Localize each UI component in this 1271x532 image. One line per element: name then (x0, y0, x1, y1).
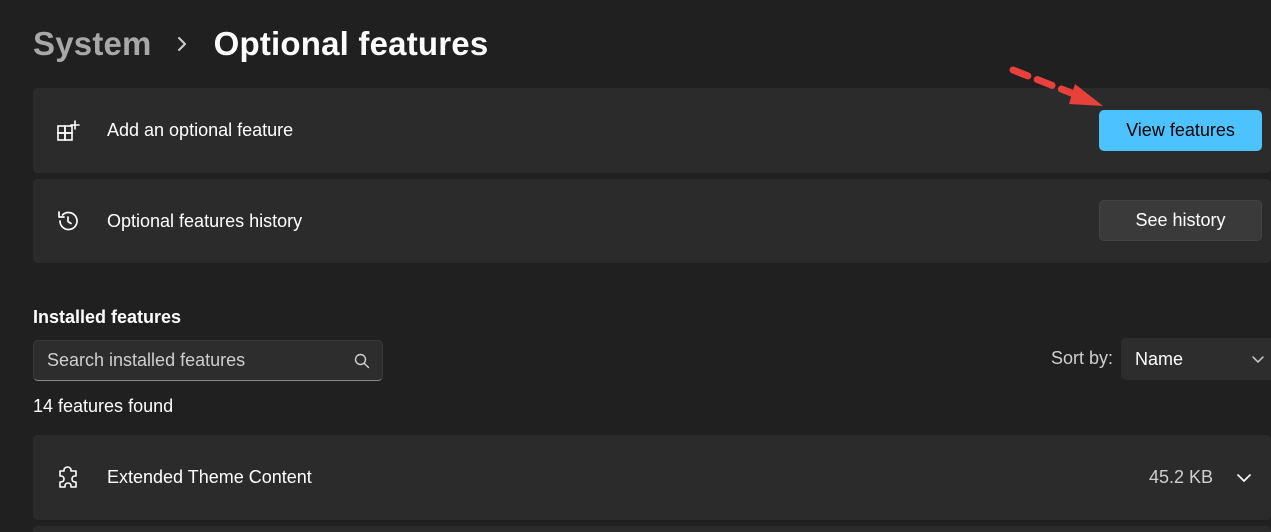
features-count: 14 features found (33, 396, 174, 416)
list-item[interactable]: Extended Theme Content 45.2 KB (33, 435, 1271, 520)
see-history-button[interactable]: See history (1099, 200, 1262, 241)
breadcrumb-system-link[interactable]: System (33, 25, 152, 63)
installed-features-heading: Installed features (33, 307, 182, 327)
sort-by-label: Sort by: (1051, 348, 1114, 368)
feature-size: 45.2 KB (1148, 467, 1213, 487)
sort-by-dropdown[interactable]: Name (1121, 338, 1271, 380)
search-box (33, 340, 383, 381)
optional-features-history-card: Optional features history See history (33, 179, 1271, 263)
expand-chevron-icon[interactable] (1235, 469, 1253, 487)
chevron-right-icon (172, 22, 192, 66)
chevron-down-icon (1251, 352, 1265, 366)
view-features-button[interactable]: View features (1099, 110, 1262, 151)
sort-selected-value: Name (1135, 348, 1184, 369)
search-icon[interactable] (352, 351, 372, 371)
annotation-arrow-icon (1009, 66, 1103, 106)
breadcrumb: System Optional features (33, 22, 488, 66)
page-title: Optional features (213, 25, 489, 62)
feature-name: Extended Theme Content (107, 467, 312, 487)
optional-features-history-label: Optional features history (107, 210, 303, 231)
history-icon (55, 208, 81, 234)
search-input[interactable] (34, 341, 352, 380)
puzzle-icon (55, 465, 81, 491)
add-optional-feature-label: Add an optional feature (107, 120, 294, 140)
settings-page: System Optional features Add an optional… (0, 0, 1271, 532)
list-item-partial[interactable] (33, 526, 1271, 532)
add-apps-icon (55, 118, 81, 144)
